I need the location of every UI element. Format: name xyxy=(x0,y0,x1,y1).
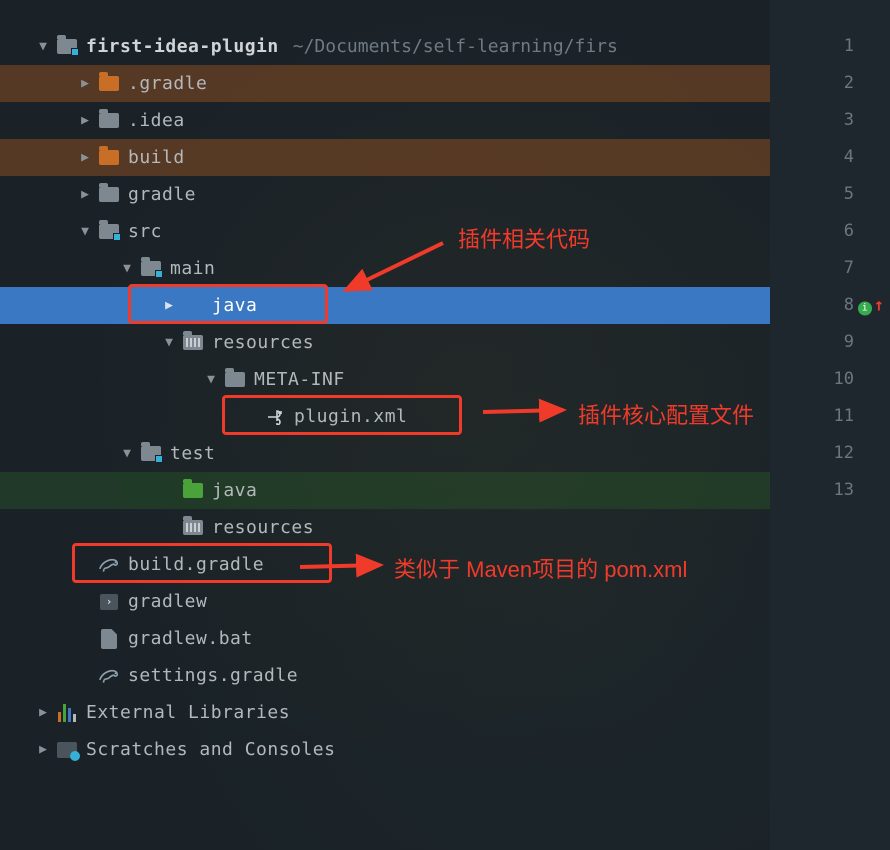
tree-label: resources xyxy=(212,517,314,538)
tree-item-build-gradle[interactable]: build.gradle xyxy=(0,546,770,583)
chevron-down-icon[interactable]: ▼ xyxy=(120,446,134,461)
folder-icon xyxy=(224,369,246,391)
folder-icon xyxy=(98,184,120,206)
resources-folder-icon xyxy=(182,517,204,539)
module-folder-icon xyxy=(140,258,162,280)
tree-label: resources xyxy=(212,332,314,353)
line-number[interactable]: 2 xyxy=(770,65,890,102)
gradle-icon xyxy=(98,668,120,684)
chevron-down-icon[interactable]: ▼ xyxy=(162,335,176,350)
line-number[interactable]: 1 xyxy=(770,28,890,65)
tree-item-gradlew-bat[interactable]: gradlew.bat xyxy=(0,620,770,657)
line-number[interactable]: 8 i↑ xyxy=(770,287,890,324)
module-folder-icon xyxy=(98,221,120,243)
tree-item-java[interactable]: ▶ java xyxy=(0,287,770,324)
chevron-right-icon[interactable]: ▶ xyxy=(162,298,176,313)
tree-label: src xyxy=(128,221,162,242)
project-tree[interactable]: ▼ first-idea-plugin ~/Documents/self-lea… xyxy=(0,0,770,850)
chevron-down-icon[interactable]: ▼ xyxy=(78,224,92,239)
project-panel: ▼ first-idea-plugin ~/Documents/self-lea… xyxy=(0,0,890,850)
source-folder-icon xyxy=(182,295,204,317)
tree-label: .idea xyxy=(128,110,185,131)
module-folder-icon xyxy=(140,443,162,465)
tree-item-test-java[interactable]: java xyxy=(0,472,770,509)
tree-label: External Libraries xyxy=(86,702,290,723)
line-number[interactable]: 13 xyxy=(770,472,890,509)
tree-label: settings.gradle xyxy=(128,665,298,686)
line-number[interactable]: 4 xyxy=(770,139,890,176)
file-icon xyxy=(98,628,120,650)
tree-item-test[interactable]: ▼ test xyxy=(0,435,770,472)
tree-item-gradlew[interactable]: › gradlew xyxy=(0,583,770,620)
tree-item-external-libs[interactable]: ▶ External Libraries xyxy=(0,694,770,731)
tree-item-idea-dir[interactable]: ▶ .idea xyxy=(0,102,770,139)
chevron-down-icon[interactable]: ▼ xyxy=(204,372,218,387)
project-folder-icon xyxy=(56,36,78,58)
tree-item-gradle-folder[interactable]: ▶ gradle xyxy=(0,176,770,213)
chevron-right-icon[interactable]: ▶ xyxy=(78,76,92,91)
tree-item-meta-inf[interactable]: ▼ META-INF xyxy=(0,361,770,398)
tree-root[interactable]: ▼ first-idea-plugin ~/Documents/self-lea… xyxy=(0,28,770,65)
chevron-right-icon[interactable]: ▶ xyxy=(78,113,92,128)
chevron-right-icon[interactable]: ▶ xyxy=(36,742,50,757)
tree-label: .gradle xyxy=(128,73,207,94)
chevron-right-icon[interactable]: ▶ xyxy=(78,150,92,165)
terminal-icon: › xyxy=(98,591,120,613)
resources-folder-icon xyxy=(182,332,204,354)
chevron-down-icon[interactable]: ▼ xyxy=(120,261,134,276)
tree-item-scratches[interactable]: ▶ Scratches and Consoles xyxy=(0,731,770,768)
folder-icon xyxy=(98,110,120,132)
tree-item-src[interactable]: ▼ src xyxy=(0,213,770,250)
line-number[interactable]: 6 xyxy=(770,213,890,250)
plugin-icon xyxy=(266,409,286,425)
line-number[interactable]: 11 xyxy=(770,398,890,435)
gutter-marker-icon[interactable]: i↑ xyxy=(858,287,884,324)
line-number[interactable]: 3 xyxy=(770,102,890,139)
tree-item-settings-gradle[interactable]: settings.gradle xyxy=(0,657,770,694)
tree-item-main[interactable]: ▼ main xyxy=(0,250,770,287)
gradle-icon xyxy=(98,557,120,573)
line-number[interactable]: 7 xyxy=(770,250,890,287)
tree-item-plugin-xml[interactable]: plugin.xml xyxy=(0,398,770,435)
tree-label: plugin.xml xyxy=(294,406,407,427)
tree-label: build xyxy=(128,147,185,168)
editor-gutter: 1 2 3 4 5 6 7 8 i↑ 9 10 11 12 13 xyxy=(770,0,890,850)
folder-icon xyxy=(98,147,120,169)
tree-label: java xyxy=(212,480,257,501)
tree-item-resources[interactable]: ▼ resources xyxy=(0,324,770,361)
project-name: first-idea-plugin xyxy=(86,36,279,57)
tree-item-test-resources[interactable]: resources xyxy=(0,509,770,546)
tree-item-gradle-dir[interactable]: ▶ .gradle xyxy=(0,65,770,102)
line-number[interactable]: 12 xyxy=(770,435,890,472)
line-number[interactable]: 9 xyxy=(770,324,890,361)
tree-label: META-INF xyxy=(254,369,345,390)
tree-label: gradlew.bat xyxy=(128,628,253,649)
chevron-right-icon[interactable]: ▶ xyxy=(36,705,50,720)
tree-label: gradlew xyxy=(128,591,207,612)
tree-label: java xyxy=(212,295,257,316)
tree-item-build-dir[interactable]: ▶ build xyxy=(0,139,770,176)
project-path: ~/Documents/self-learning/firs xyxy=(293,36,618,57)
line-number[interactable]: 5 xyxy=(770,176,890,213)
tree-label: gradle xyxy=(128,184,196,205)
tree-label: main xyxy=(170,258,215,279)
tree-label: build.gradle xyxy=(128,554,264,575)
chevron-right-icon[interactable]: ▶ xyxy=(78,187,92,202)
tree-label: Scratches and Consoles xyxy=(86,739,335,760)
library-icon xyxy=(56,702,78,724)
line-number[interactable]: 10 xyxy=(770,361,890,398)
tree-label: test xyxy=(170,443,215,464)
folder-icon xyxy=(98,73,120,95)
test-folder-icon xyxy=(182,480,204,502)
chevron-down-icon[interactable]: ▼ xyxy=(36,39,50,54)
scratch-icon xyxy=(56,739,78,761)
